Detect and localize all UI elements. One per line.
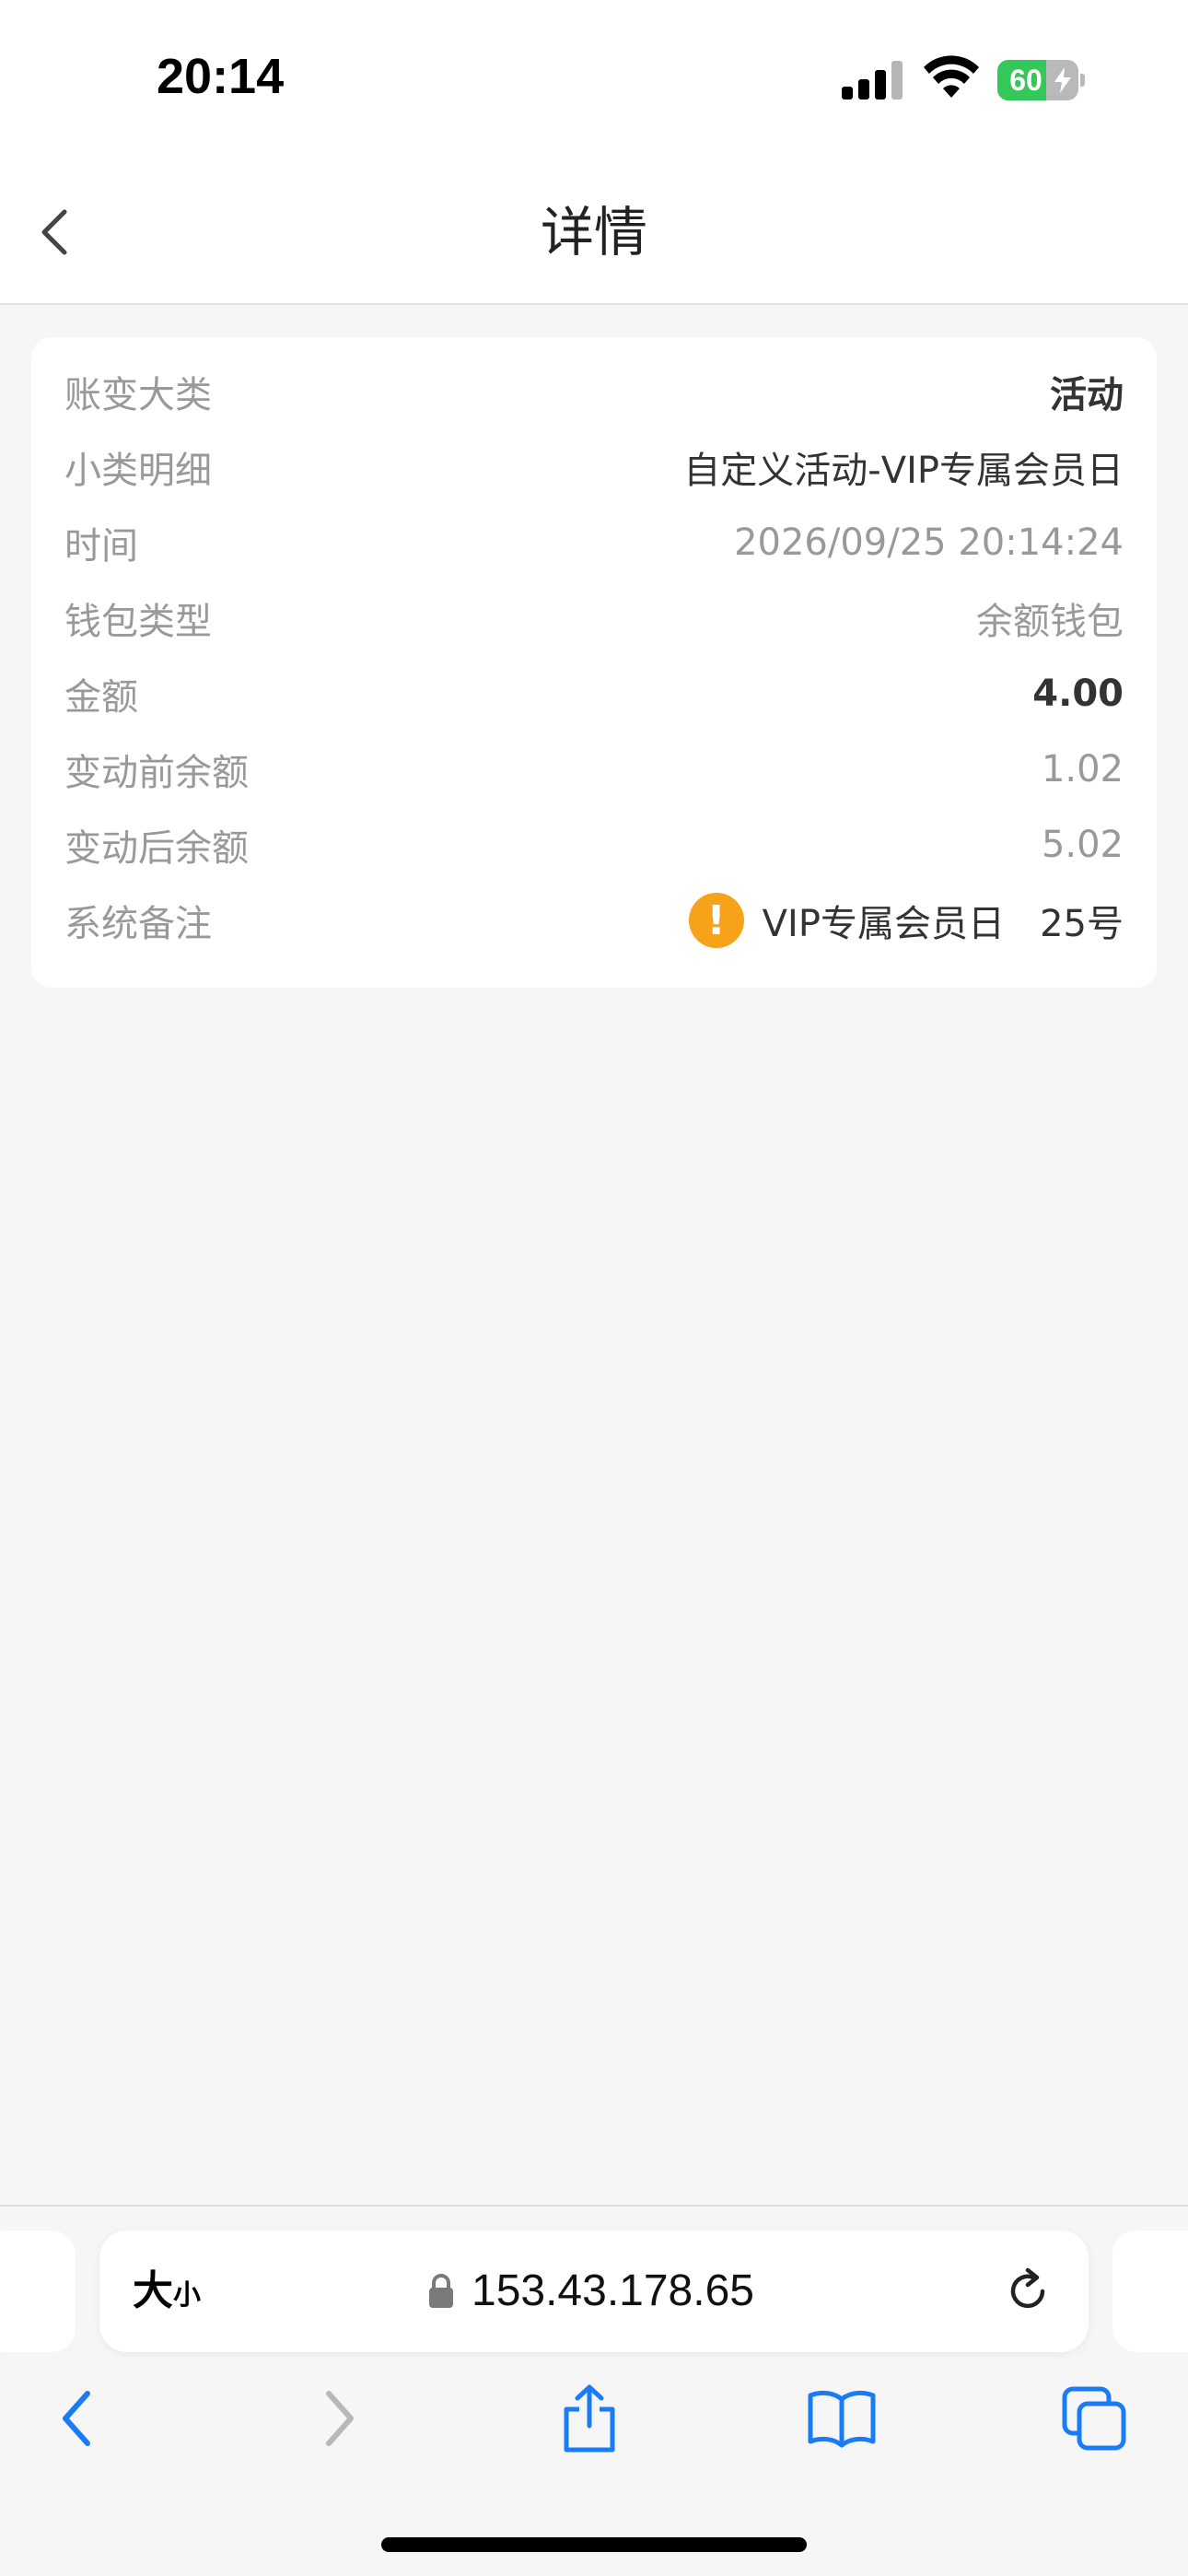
row-label: 钱包类型 [64,601,212,643]
nav-bar: 详情 [0,161,1188,305]
row-value: 余额钱包 [976,601,1124,643]
status-bar: 20:14 60 [0,0,1188,161]
address-bar[interactable]: 大小 153.43.178.65 [99,2231,1089,2352]
row-label: 账变大类 [64,374,212,416]
back-icon [63,2391,90,2446]
detail-row-category: 账变大类 活动 [31,354,1157,429]
row-value: 5.02 [1041,824,1124,866]
bookmarks-icon [808,2390,876,2448]
row-value: 自定义活动-VIP专属会员日 [683,450,1124,492]
row-value: 活动 [1050,374,1124,416]
detail-row-wallet-type: 钱包类型 余额钱包 [31,580,1157,656]
row-value: VIP专属会员日 25号 [762,903,1124,945]
charging-bolt-icon [1054,67,1071,93]
remark-value: ! VIP专属会员日 25号 [688,893,1124,948]
chevron-left-icon [41,209,67,255]
row-label: 系统备注 [64,903,212,945]
previous-tab-preview[interactable] [0,2231,76,2352]
detail-row-balance-before: 变动前余额 1.02 [31,732,1157,807]
home-indicator [381,2537,807,2552]
detail-card: 账变大类 活动 小类明细 自定义活动-VIP专属会员日 时间 2026/09/2… [31,337,1157,988]
detail-row-balance-after: 变动后余额 5.02 [31,807,1157,883]
battery-percent: 60 [1009,64,1042,97]
row-label: 时间 [64,525,138,568]
status-time: 20:14 [157,49,285,104]
back-button[interactable] [26,200,81,264]
detail-row-time: 时间 2026/09/25 20:14:24 [31,505,1157,580]
text-size-button[interactable]: 大小 [133,2231,201,2352]
browser-bottom-bar: 大小 153.43.178.65 [0,2205,1188,2576]
reload-icon[interactable] [1000,2264,1055,2319]
bookmarks-button[interactable] [805,2382,879,2455]
battery-icon: 60 [997,60,1085,100]
row-label: 金额 [64,676,138,719]
url-text[interactable]: 153.43.178.65 [472,2231,754,2352]
next-tab-preview[interactable] [1112,2231,1188,2352]
page-title: 详情 [540,201,647,263]
detail-row-amount: 金额 4.00 [31,656,1157,732]
row-label: 变动后余额 [64,827,249,870]
text-size-small-label: 小 [173,2279,201,2312]
text-size-big-label: 大 [133,2267,173,2314]
row-value: 2026/09/25 20:14:24 [734,521,1124,564]
lock-icon [429,2274,453,2308]
browser-forward-button[interactable] [300,2382,374,2455]
row-value: 1.02 [1041,748,1124,790]
detail-row-remark: 系统备注 ! VIP专属会员日 25号 [31,883,1157,958]
detail-row-subcategory: 小类明细 自定义活动-VIP专属会员日 [31,429,1157,505]
row-value: 4.00 [1032,673,1124,715]
tabs-icon [1062,2386,1126,2451]
forward-icon [326,2391,354,2446]
wifi-icon [924,55,979,98]
cellular-signal-icon [842,61,903,100]
browser-back-button[interactable] [42,2382,116,2455]
share-button[interactable] [553,2382,626,2455]
row-label: 变动前余额 [64,752,249,794]
share-icon [564,2384,615,2453]
tabs-button[interactable] [1057,2382,1131,2455]
warning-icon: ! [688,893,744,948]
row-label: 小类明细 [64,450,212,492]
